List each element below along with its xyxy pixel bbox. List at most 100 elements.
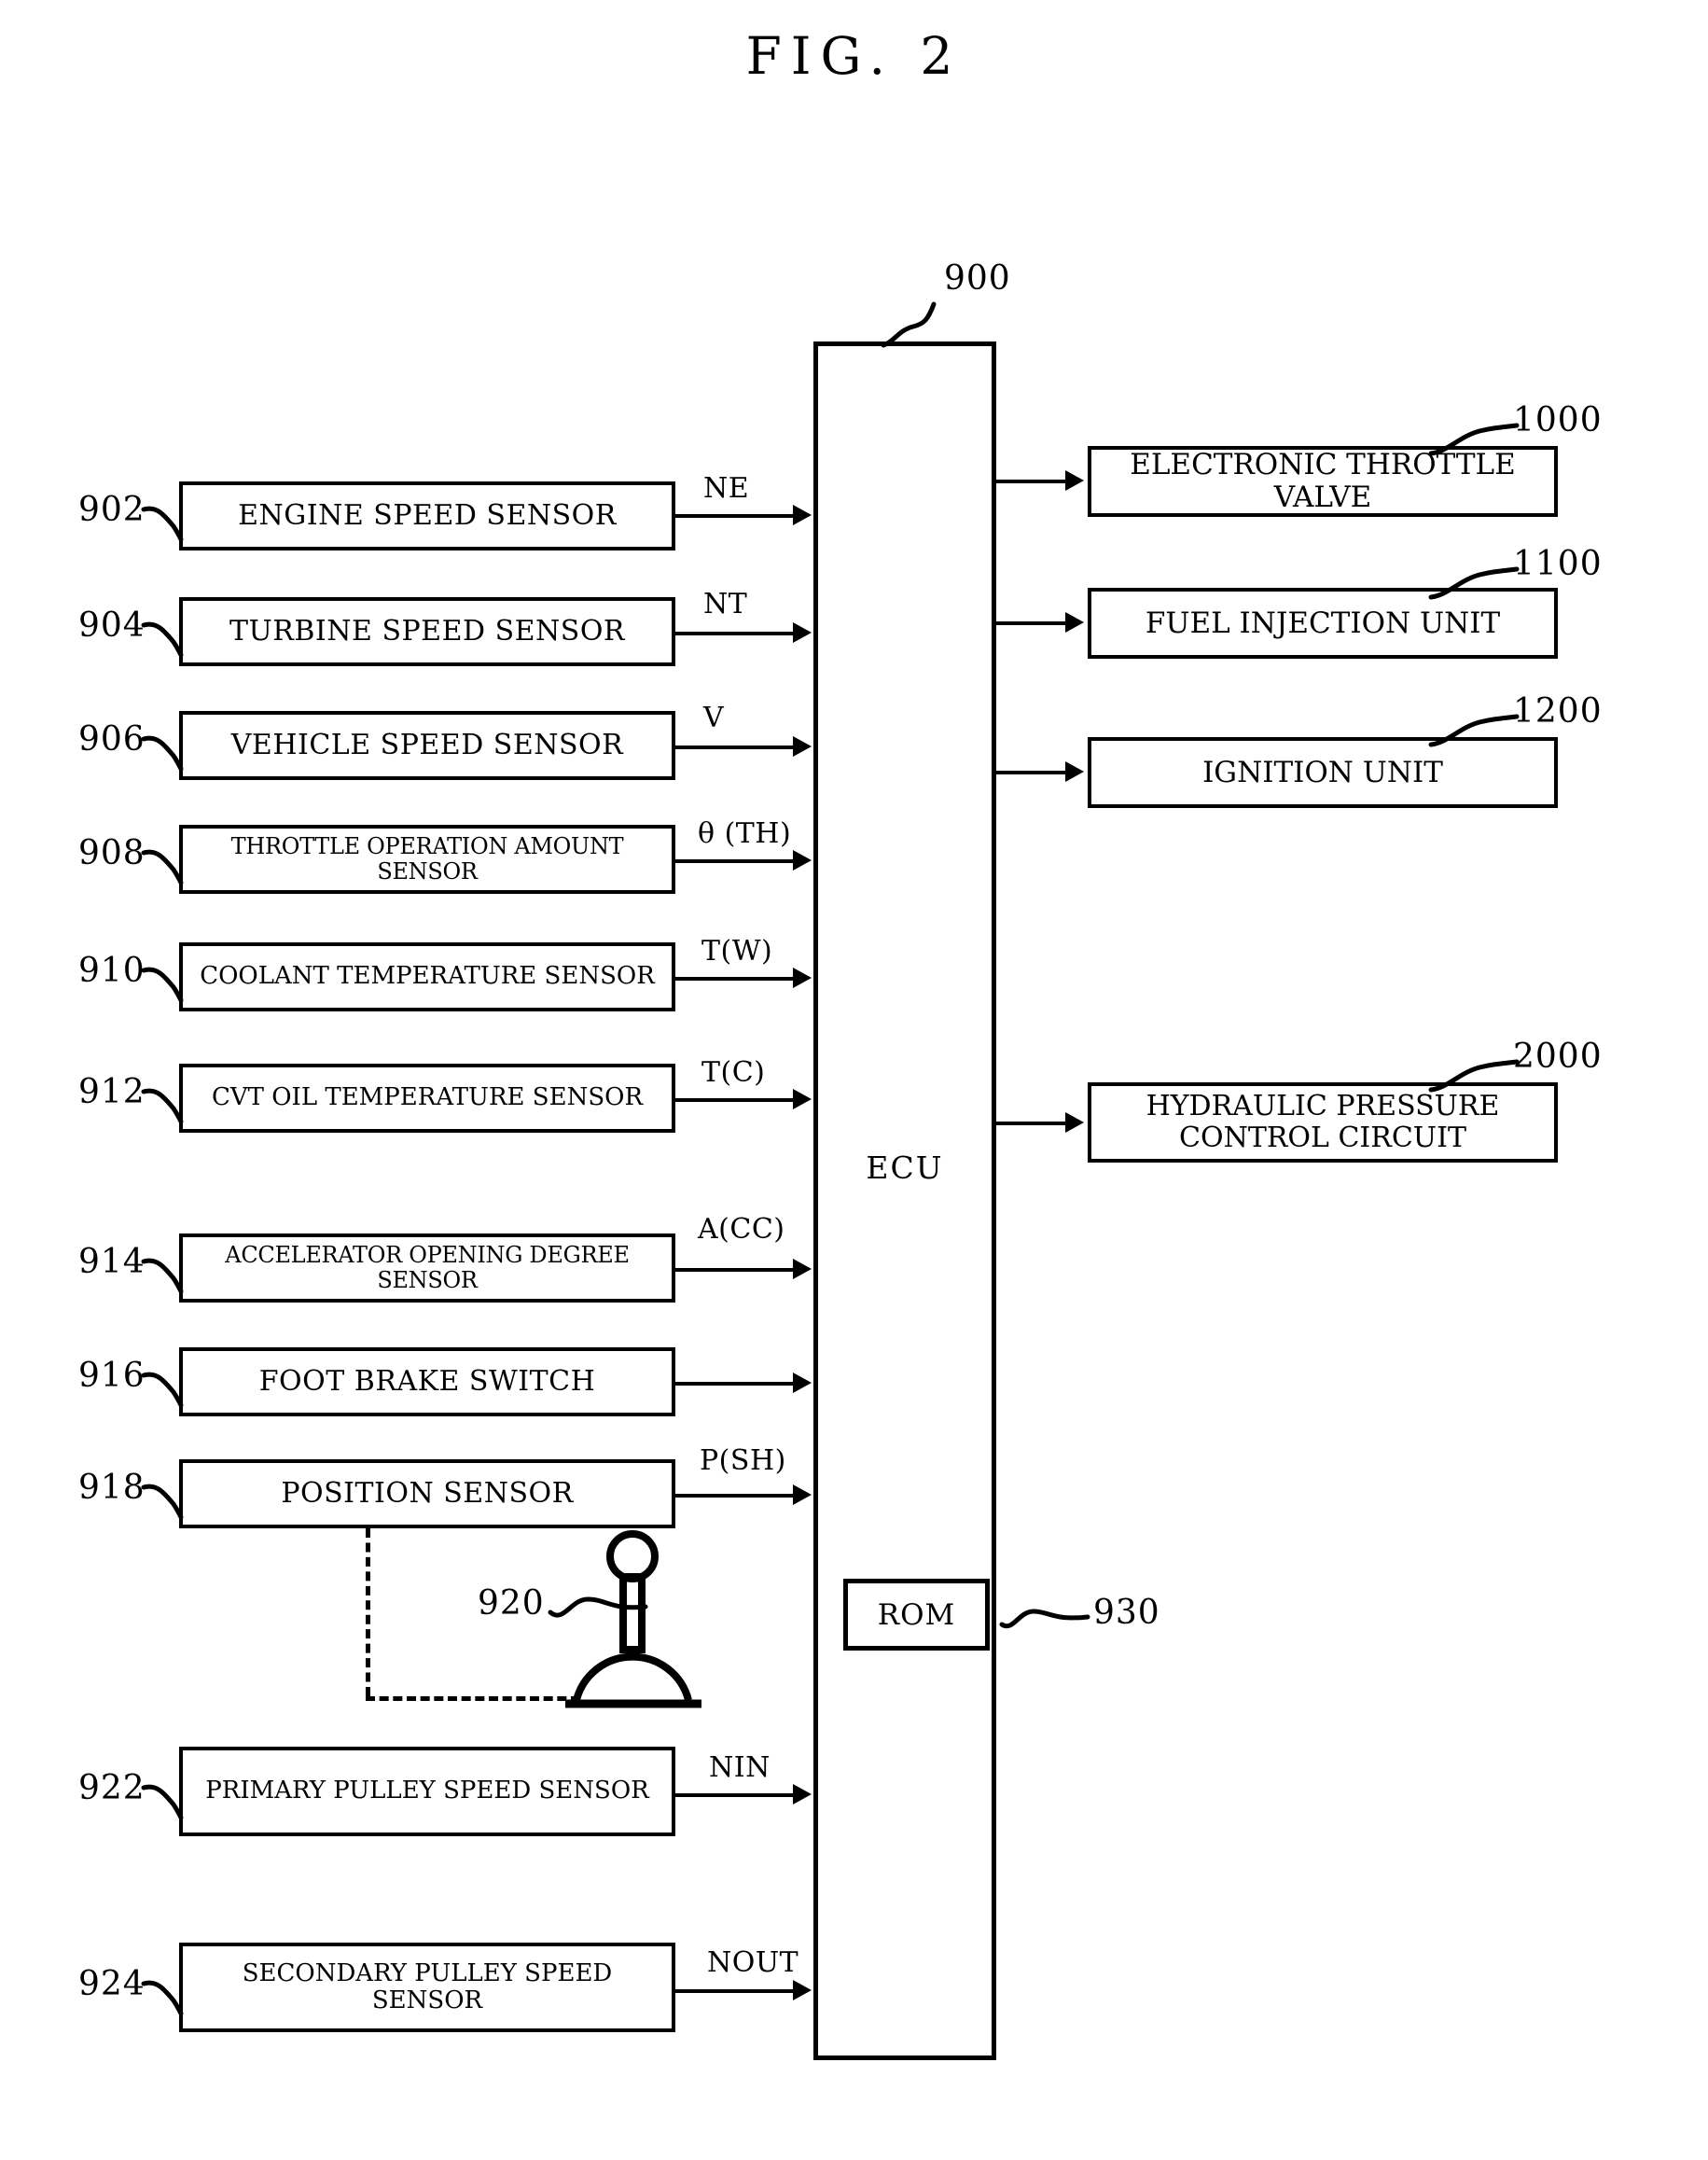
- output-arrow-1000: [1065, 470, 1084, 491]
- signal-line-914: [675, 1268, 795, 1272]
- leader-line-906: [141, 728, 190, 772]
- output-line-1000: [996, 480, 1067, 483]
- leader-line-910: [141, 959, 190, 1003]
- sensor-box-906: VEHICLE SPEED SENSOR: [179, 711, 675, 780]
- sensor-label-910: COOLANT TEMPERATURE SENSOR: [200, 962, 655, 991]
- leader-line-912: [141, 1080, 190, 1124]
- output-label-1200: IGNITION UNIT: [1202, 755, 1443, 789]
- leader-line-1000: [1427, 420, 1521, 459]
- sensor-label-908: THROTTLE OPERATION AMOUNT SENSOR: [230, 833, 624, 885]
- ref-numeral-924: 924: [78, 1965, 146, 2003]
- output-arrow-2000: [1065, 1112, 1084, 1133]
- signal-label-914: A(CC): [698, 1213, 785, 1246]
- signal-arrow-918: [793, 1484, 812, 1505]
- signal-label-924: NOUT: [707, 1946, 799, 1979]
- leader-line-930: [999, 1600, 1093, 1639]
- sensor-box-912: CVT OIL TEMPERATURE SENSOR: [179, 1064, 675, 1133]
- leader-line-918: [141, 1476, 190, 1520]
- signal-arrow-908: [793, 850, 812, 871]
- leader-line-922: [141, 1777, 190, 1820]
- sensor-label-904: TURBINE SPEED SENSOR: [229, 615, 626, 648]
- signal-label-918: P(SH): [700, 1444, 786, 1477]
- signal-line-910: [675, 977, 795, 981]
- signal-label-910: T(W): [701, 935, 773, 968]
- leader-line-914: [141, 1250, 190, 1294]
- leader-line-916: [141, 1364, 190, 1408]
- ref-numeral-2000: 2000: [1513, 1038, 1603, 1076]
- signal-line-916: [675, 1382, 795, 1386]
- ref-numeral-910: 910: [78, 952, 146, 990]
- leader-line-900: [881, 299, 956, 348]
- signal-label-908: θ (TH): [698, 817, 792, 850]
- sensor-label-918: POSITION SENSOR: [281, 1477, 574, 1511]
- signal-arrow-912: [793, 1089, 812, 1109]
- signal-label-912: T(C): [701, 1056, 766, 1089]
- sensor-box-908: THROTTLE OPERATION AMOUNT SENSOR: [179, 825, 675, 894]
- signal-line-924: [675, 1989, 795, 1993]
- signal-label-906: V: [703, 702, 725, 734]
- ecu-block: [813, 341, 996, 2060]
- sensor-box-918: POSITION SENSOR: [179, 1459, 675, 1528]
- ref-numeral-904: 904: [78, 606, 146, 645]
- ecu-label: ECU: [866, 1150, 944, 1186]
- sensor-label-902: ENGINE SPEED SENSOR: [238, 499, 617, 533]
- signal-line-922: [675, 1793, 795, 1797]
- sensor-label-916: FOOT BRAKE SWITCH: [258, 1365, 596, 1399]
- signal-line-908: [675, 859, 795, 863]
- signal-arrow-924: [793, 1980, 812, 2000]
- sensor-box-914: ACCELERATOR OPENING DEGREE SENSOR: [179, 1233, 675, 1303]
- ref-numeral-922: 922: [78, 1769, 146, 1807]
- signal-label-902: NE: [703, 472, 750, 505]
- signal-line-902: [675, 514, 795, 518]
- signal-arrow-902: [793, 505, 812, 525]
- output-line-2000: [996, 1122, 1067, 1125]
- ref-numeral-1200: 1200: [1513, 692, 1603, 731]
- sensor-label-912: CVT OIL TEMPERATURE SENSOR: [211, 1083, 644, 1112]
- ref-numeral-930: 930: [1093, 1594, 1160, 1632]
- signal-label-904: NT: [703, 588, 748, 620]
- sensor-box-922: PRIMARY PULLEY SPEED SENSOR: [179, 1747, 675, 1836]
- leader-line-1100: [1427, 564, 1521, 603]
- signal-arrow-916: [793, 1373, 812, 1393]
- ref-numeral-906: 906: [78, 720, 146, 759]
- leader-line-908: [141, 842, 190, 885]
- output-label-2000-line2: CONTROL CIRCUIT: [1179, 1122, 1466, 1154]
- signal-line-918: [675, 1494, 795, 1498]
- sensor-box-924: SECONDARY PULLEY SPEED SENSOR: [179, 1943, 675, 2032]
- signal-line-912: [675, 1098, 795, 1102]
- signal-arrow-914: [793, 1259, 812, 1279]
- leader-line-1200: [1427, 711, 1521, 750]
- sensor-label-914: ACCELERATOR OPENING DEGREE SENSOR: [225, 1242, 630, 1293]
- output-arrow-1200: [1065, 761, 1084, 782]
- output-line-1200: [996, 771, 1067, 774]
- sensor-box-910: COOLANT TEMPERATURE SENSOR: [179, 942, 675, 1011]
- signal-label-922: NIN: [709, 1751, 771, 1784]
- ref-numeral-916: 916: [78, 1357, 146, 1395]
- signal-arrow-922: [793, 1784, 812, 1805]
- figure-canvas: FIG. 2 ECU 900 ROM 930 ENGINE SPEED SENS…: [0, 0, 1708, 2160]
- dashed-link-horizontal: [366, 1696, 580, 1701]
- ref-numeral-918: 918: [78, 1469, 146, 1507]
- ref-numeral-1000: 1000: [1513, 401, 1603, 439]
- output-label-1100: FUEL INJECTION UNIT: [1145, 606, 1501, 640]
- sensor-box-904: TURBINE SPEED SENSOR: [179, 597, 675, 666]
- rom-label: ROM: [877, 1597, 956, 1632]
- ref-numeral-902: 902: [78, 491, 146, 529]
- leader-line-902: [141, 498, 190, 542]
- output-line-1100: [996, 621, 1067, 625]
- leader-line-924: [141, 1972, 190, 2016]
- leader-line-2000: [1427, 1056, 1521, 1095]
- output-arrow-1100: [1065, 612, 1084, 633]
- leader-line-920: [548, 1586, 651, 1629]
- sensor-box-902: ENGINE SPEED SENSOR: [179, 481, 675, 550]
- ref-numeral-908: 908: [78, 834, 146, 872]
- dashed-link-vertical: [366, 1528, 370, 1696]
- signal-line-906: [675, 746, 795, 749]
- ref-numeral-1100: 1100: [1513, 545, 1603, 583]
- signal-arrow-904: [793, 622, 812, 643]
- sensor-label-906: VEHICLE SPEED SENSOR: [230, 729, 624, 762]
- sensor-label-922: PRIMARY PULLEY SPEED SENSOR: [205, 1777, 649, 1805]
- output-label-2000-line1: HYDRAULIC PRESSURE: [1146, 1090, 1500, 1123]
- sensor-box-916: FOOT BRAKE SWITCH: [179, 1347, 675, 1416]
- sensor-label-924: SECONDARY PULLEY SPEED SENSOR: [242, 1958, 613, 2014]
